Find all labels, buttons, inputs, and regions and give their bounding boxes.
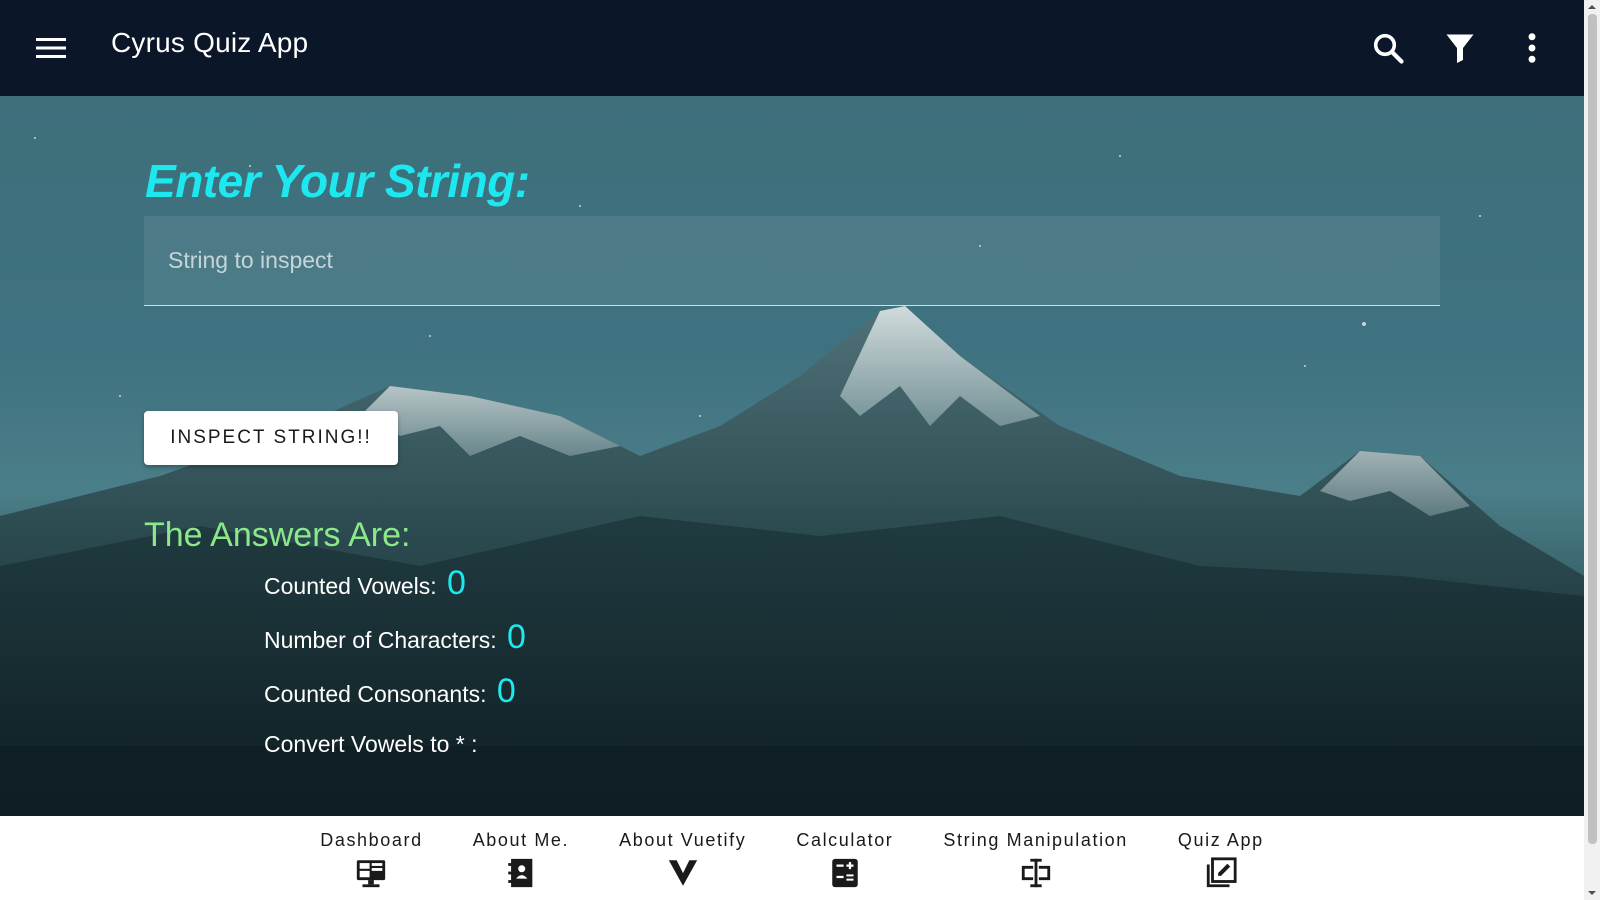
vuetify-icon — [668, 860, 697, 886]
menu-icon[interactable] — [34, 34, 68, 62]
convert-vowels-label: Convert Vowels to * : — [264, 731, 478, 757]
nav-string-manipulation-label: String Manipulation — [943, 830, 1128, 850]
form-textbox-icon — [1021, 858, 1050, 888]
string-input-field[interactable] — [144, 216, 1440, 306]
nav-about-vuetify[interactable]: About Vuetify — [594, 830, 771, 890]
nav-dashboard[interactable]: Dashboard — [295, 830, 447, 890]
page-heading: Enter Your String: — [145, 155, 530, 207]
convert-vowels-result: Convert Vowels to * : — [264, 731, 478, 758]
filter-icon[interactable] — [1442, 30, 1478, 66]
search-icon[interactable] — [1370, 30, 1406, 66]
inspect-string-button[interactable]: INSPECT STRING!! — [144, 411, 398, 465]
scroll-down-arrow-icon[interactable] — [1587, 888, 1597, 898]
main-content: Enter Your String: INSPECT STRING!! The … — [0, 96, 1584, 816]
nav-about-me-label: About Me. — [472, 830, 570, 850]
characters-value: 0 — [507, 618, 526, 656]
nav-string-manipulation[interactable]: String Manipulation — [918, 830, 1153, 890]
consonants-label: Counted Consonants: — [264, 681, 487, 707]
more-vert-icon[interactable] — [1514, 30, 1550, 66]
vowels-value: 0 — [447, 564, 466, 602]
answers-title: The Answers Are: — [144, 516, 411, 554]
app-bar: Cyrus Quiz App — [0, 0, 1584, 96]
scroll-up-arrow-icon[interactable] — [1587, 2, 1597, 12]
contacts-book-icon — [508, 858, 533, 888]
nav-dashboard-label: Dashboard — [320, 830, 423, 850]
nav-calculator[interactable]: Calculator — [771, 830, 918, 890]
vowels-label: Counted Vowels: — [264, 573, 437, 599]
nav-about-vuetify-label: About Vuetify — [619, 830, 747, 850]
edit-box-icon — [1206, 857, 1237, 888]
monitor-dashboard-icon — [357, 860, 386, 888]
calculator-icon — [832, 858, 858, 888]
vowels-result: Counted Vowels: 0 — [264, 564, 466, 603]
nav-quiz-app-label: Quiz App — [1177, 830, 1264, 850]
scrollbar-thumb[interactable] — [1588, 14, 1597, 844]
nav-calculator-label: Calculator — [796, 830, 894, 850]
app-title: Cyrus Quiz App — [111, 27, 309, 58]
nav-about-me[interactable]: About Me. — [448, 830, 594, 890]
consonants-value: 0 — [496, 672, 516, 710]
nav-quiz-app[interactable]: Quiz App — [1153, 830, 1289, 890]
characters-label: Number of Characters: — [264, 627, 497, 653]
consonants-result: Counted Consonants: 0 — [264, 672, 516, 711]
bottom-navigation: Dashboard About Me. About Vuetify Calcul… — [0, 816, 1584, 900]
characters-result: Number of Characters: 0 — [264, 618, 526, 657]
string-input[interactable] — [144, 216, 1440, 305]
